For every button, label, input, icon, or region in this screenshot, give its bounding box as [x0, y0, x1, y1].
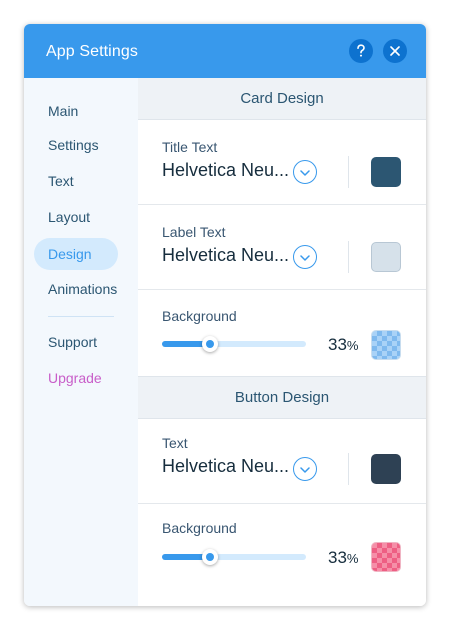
- button-text-color-swatch[interactable]: [371, 454, 401, 484]
- title-text-font-value[interactable]: Helvetica Neu...: [162, 160, 289, 181]
- sidebar-item-upgrade[interactable]: Upgrade: [34, 362, 118, 394]
- help-button[interactable]: [349, 39, 373, 63]
- button-background-opacity-unit: %: [346, 551, 359, 566]
- sidebar-item-layout[interactable]: Layout: [34, 201, 118, 233]
- sidebar-item-main[interactable]: Main: [34, 95, 118, 127]
- sidebar-item-text[interactable]: Text: [34, 165, 118, 197]
- card-background-color-swatch[interactable]: [371, 330, 401, 360]
- chevron-down-icon: [300, 163, 310, 181]
- button-text-row: Text Helvetica Neu...: [138, 419, 426, 504]
- sidebar-item-animations[interactable]: Animations: [34, 273, 118, 305]
- card-design-header: Card Design: [138, 78, 426, 120]
- label-text-color-swatch[interactable]: [371, 242, 401, 272]
- button-design-header: Button Design: [138, 376, 426, 419]
- button-text-label: Text: [162, 435, 188, 451]
- title-text-label: Title Text: [162, 139, 218, 155]
- slider-thumb[interactable]: [201, 336, 218, 352]
- card-background-opacity-slider[interactable]: [162, 336, 306, 352]
- button-background-opacity-slider[interactable]: [162, 549, 306, 565]
- title-text-row: Title Text Helvetica Neu...: [138, 120, 426, 205]
- panel-header: App Settings: [24, 24, 426, 78]
- close-icon: [390, 46, 400, 56]
- label-text-label: Label Text: [162, 224, 226, 240]
- chevron-down-icon: [300, 248, 310, 266]
- label-text-font-value[interactable]: Helvetica Neu...: [162, 245, 289, 266]
- question-icon: [355, 44, 367, 58]
- title-text-divider: [348, 156, 349, 188]
- button-background-opacity-number: 33: [328, 548, 347, 567]
- card-background-opacity-value: 33%: [328, 335, 358, 355]
- sidebar-item-design[interactable]: Design: [34, 238, 118, 270]
- label-text-divider: [348, 241, 349, 273]
- card-background-label: Background: [162, 308, 237, 324]
- sidebar-nav: Main Settings Text Layout Design Animati…: [24, 78, 138, 606]
- button-background-opacity-value: 33%: [328, 548, 358, 568]
- button-background-row: Background 33%: [138, 504, 426, 606]
- card-background-opacity-unit: %: [346, 338, 359, 353]
- card-background-row: Background 33%: [138, 290, 426, 376]
- sidebar-item-settings[interactable]: Settings: [34, 129, 118, 161]
- label-text-row: Label Text Helvetica Neu...: [138, 205, 426, 290]
- button-background-color-swatch[interactable]: [371, 542, 401, 572]
- sidebar-divider: [48, 316, 114, 317]
- slider-thumb[interactable]: [201, 549, 218, 565]
- label-text-font-dropdown[interactable]: [293, 245, 317, 269]
- sidebar-item-support[interactable]: Support: [34, 326, 118, 358]
- design-content: Card Design Title Text Helvetica Neu... …: [138, 78, 426, 606]
- close-button[interactable]: [383, 39, 407, 63]
- card-background-opacity-number: 33: [328, 335, 347, 354]
- title-text-color-swatch[interactable]: [371, 157, 401, 187]
- app-settings-panel: App Settings Main Settings Text Layout D…: [24, 24, 426, 606]
- button-text-font-dropdown[interactable]: [293, 457, 317, 481]
- title-text-font-dropdown[interactable]: [293, 160, 317, 184]
- button-text-divider: [348, 453, 349, 485]
- chevron-down-icon: [300, 460, 310, 478]
- button-background-label: Background: [162, 520, 237, 536]
- panel-title: App Settings: [46, 43, 138, 60]
- button-text-font-value[interactable]: Helvetica Neu...: [162, 456, 289, 477]
